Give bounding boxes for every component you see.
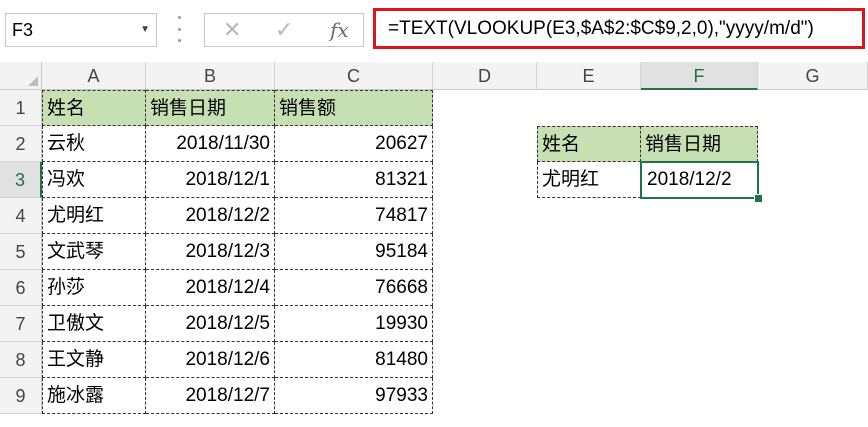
cell-c2[interactable]: 20627: [275, 126, 433, 162]
cell-c8[interactable]: 81480: [275, 342, 433, 378]
cell-c5[interactable]: 95184: [275, 234, 433, 270]
close-icon[interactable]: ✕: [223, 14, 241, 46]
cell-a5[interactable]: 文武琴: [42, 234, 146, 270]
row-header-4[interactable]: 4: [0, 198, 42, 234]
cell-c7[interactable]: 19930: [275, 306, 433, 342]
cell-b2[interactable]: 2018/11/30: [146, 126, 275, 162]
formula-buttons: ✕ ✓ fx: [204, 13, 364, 47]
cell-a6[interactable]: 孙莎: [42, 270, 146, 306]
cell-a9[interactable]: 施冰露: [42, 378, 146, 414]
row-header-5[interactable]: 5: [0, 234, 42, 270]
cell-a2[interactable]: 云秋: [42, 126, 146, 162]
column-header-c[interactable]: C: [275, 62, 433, 90]
formula-bar-area: F3 ▼ ✕ ✓ fx =TEXT(VLOOKUP(E3,$A$2:$C$9,2…: [0, 0, 868, 60]
row-header-1[interactable]: 1: [0, 90, 42, 126]
fill-handle[interactable]: [754, 194, 763, 203]
column-header-b[interactable]: B: [146, 62, 275, 90]
cell-b8[interactable]: 2018/12/6: [146, 342, 275, 378]
cell-a7[interactable]: 卫傲文: [42, 306, 146, 342]
cell-c6[interactable]: 76668: [275, 270, 433, 306]
cell-b9[interactable]: 2018/12/7: [146, 378, 275, 414]
column-header-g[interactable]: G: [758, 62, 868, 90]
cell-b4[interactable]: 2018/12/2: [146, 198, 275, 234]
column-header-e[interactable]: E: [537, 62, 641, 90]
cell-b7[interactable]: 2018/12/5: [146, 306, 275, 342]
row-header-2[interactable]: 2: [0, 126, 42, 162]
worksheet-grid[interactable]: A B C D E F G 1 2 3 4 5 6 7 8 9 姓名 销售日期 …: [0, 62, 868, 427]
cell-f3-active[interactable]: 2018/12/2: [640, 161, 759, 199]
cell-b5[interactable]: 2018/12/3: [146, 234, 275, 270]
row-header-8[interactable]: 8: [0, 342, 42, 378]
row-header-7[interactable]: 7: [0, 306, 42, 342]
cell-c1[interactable]: 销售额: [275, 90, 433, 126]
cell-c9[interactable]: 97933: [275, 378, 433, 414]
cell-b3[interactable]: 2018/12/1: [146, 162, 275, 198]
cell-a4[interactable]: 尤明红: [42, 198, 146, 234]
cell-f2[interactable]: 销售日期: [641, 126, 758, 162]
select-all-button[interactable]: [0, 62, 42, 90]
check-icon[interactable]: ✓: [275, 14, 293, 46]
chevron-down-icon[interactable]: ▼: [140, 14, 150, 46]
insert-function-button[interactable]: fx: [330, 14, 349, 46]
name-box[interactable]: F3 ▼: [5, 13, 157, 47]
row-header-9[interactable]: 9: [0, 378, 42, 414]
cell-c3[interactable]: 81321: [275, 162, 433, 198]
cell-c4[interactable]: 74817: [275, 198, 433, 234]
cell-b1[interactable]: 销售日期: [146, 90, 275, 126]
column-header-d[interactable]: D: [433, 62, 537, 90]
cell-a1[interactable]: 姓名: [42, 90, 146, 126]
cell-a8[interactable]: 王文静: [42, 342, 146, 378]
row-header-3[interactable]: 3: [0, 162, 42, 198]
formula-input[interactable]: =TEXT(VLOOKUP(E3,$A$2:$C$9,2,0),"yyyy/m/…: [373, 8, 865, 49]
column-header-a[interactable]: A: [42, 62, 146, 90]
drag-handle-icon[interactable]: [176, 16, 182, 42]
cell-b6[interactable]: 2018/12/4: [146, 270, 275, 306]
row-header-6[interactable]: 6: [0, 270, 42, 306]
cell-e3[interactable]: 尤明红: [537, 162, 641, 198]
name-box-value: F3: [12, 20, 34, 40]
cell-e2[interactable]: 姓名: [537, 126, 641, 162]
column-header-f[interactable]: F: [641, 62, 758, 90]
cell-a3[interactable]: 冯欢: [42, 162, 146, 198]
